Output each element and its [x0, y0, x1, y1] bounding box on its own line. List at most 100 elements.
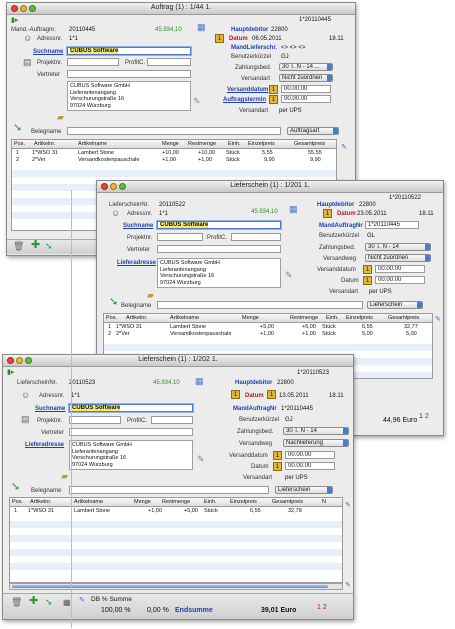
profitc-input[interactable]	[147, 58, 191, 66]
belegname-input[interactable]	[69, 486, 269, 494]
box-icon[interactable]: ▰	[147, 291, 154, 300]
mandauftragnr-label[interactable]: MandAuftragNr	[319, 222, 363, 230]
hauptdebitor-label[interactable]: Hauptdebitor	[317, 201, 354, 209]
column-header[interactable]: Menge	[242, 315, 259, 321]
folder-icon[interactable]: ▦	[289, 205, 298, 214]
column-header[interactable]: Einh.	[228, 141, 241, 147]
column-header[interactable]: Artikelnr.	[34, 141, 55, 147]
lieferadresse-label[interactable]: Lieferadresse	[25, 441, 64, 449]
address-block[interactable]: CUBUS Software GmbH Lieferantenangang Ve…	[157, 258, 281, 288]
pencil-icon[interactable]: ✎	[345, 501, 351, 510]
column-header[interactable]: Menge	[162, 141, 179, 147]
page-number[interactable]: 2	[323, 604, 327, 611]
horizontal-scrollbar[interactable]	[9, 583, 343, 590]
mandauftragnr-label[interactable]: MandAuftragNr	[233, 405, 277, 413]
belegname-input[interactable]	[67, 127, 281, 135]
table-row[interactable]: 1 1*WSO 31 Lambert Stone +5,00 +5,00 Stü…	[104, 323, 432, 330]
projekt-input[interactable]	[69, 416, 121, 424]
datum2-input[interactable]: 00.00.00	[285, 462, 335, 470]
add-icon[interactable]: ✚	[31, 240, 40, 251]
table-row[interactable]: 1 1*WSO 31 Lambert Stone +10,00 +10,00 S…	[12, 149, 336, 156]
profitc-input[interactable]	[151, 416, 193, 424]
hauptdebitor-label[interactable]: Hauptdebitor	[231, 26, 268, 34]
column-header[interactable]: Restmenge	[162, 499, 190, 505]
grid-icon[interactable]: ▦	[63, 598, 71, 607]
table-row[interactable]: 2 2*Ver Versandkostenpauschale +1,00 +1,…	[104, 330, 432, 337]
suchname-label[interactable]: Suchname	[35, 405, 65, 413]
calendar-icon[interactable]: 1	[273, 451, 282, 460]
pencil-icon[interactable]: ✎	[341, 143, 347, 152]
folder-icon[interactable]: ▦	[195, 377, 204, 386]
page-number[interactable]: 1	[419, 413, 423, 420]
column-header[interactable]: Gesamtpreis	[272, 499, 303, 505]
column-header[interactable]: Gesamtpreis	[388, 315, 419, 321]
belegname-select[interactable]: Lieferschein	[275, 486, 333, 494]
column-header[interactable]: Artikelname	[74, 499, 103, 505]
column-header[interactable]: Restmenge	[290, 315, 318, 321]
column-header[interactable]: Artikelnr.	[126, 315, 147, 321]
calendar-icon[interactable]: 1	[273, 462, 282, 471]
table-row[interactable]: 1 1*WSO 31 Lambert Stone +1,00 +5,00 Stü…	[10, 507, 342, 514]
column-header[interactable]: N	[322, 499, 326, 505]
edit-icon[interactable]: ✎	[193, 97, 201, 106]
calendar-icon[interactable]: 1	[231, 390, 240, 399]
column-header[interactable]: Gesamtpreis	[294, 141, 325, 147]
zahlung-select[interactable]: 30 T. N - 14	[365, 243, 431, 251]
box-icon[interactable]: ▰	[57, 113, 64, 122]
calendar-icon[interactable]: 1	[323, 209, 332, 218]
projekt-input[interactable]	[67, 58, 119, 66]
column-header[interactable]: Pos.	[106, 315, 117, 321]
column-header[interactable]: Artikelname	[170, 315, 199, 321]
calendar-icon[interactable]: 1	[267, 390, 276, 399]
trash-icon[interactable]: 🗑	[13, 242, 24, 251]
column-header[interactable]: Einzelpreis	[248, 141, 275, 147]
vertreter-input[interactable]	[69, 428, 193, 436]
versanddatum-label[interactable]: Versanddatum	[227, 86, 268, 94]
person-icon[interactable]: ☺	[21, 391, 30, 400]
edit-icon[interactable]: ✎	[197, 455, 205, 464]
page-number[interactable]: 1	[317, 604, 321, 611]
column-header[interactable]: Pos.	[14, 141, 25, 147]
auftragstermin-input[interactable]: 00.00.00	[281, 95, 331, 103]
calendar-icon[interactable]: 1	[215, 34, 224, 43]
column-header[interactable]: Einzelpreis	[346, 315, 373, 321]
vertreter-input[interactable]	[157, 245, 281, 253]
arrow-icon[interactable]: ➘	[45, 242, 53, 251]
column-header[interactable]: Pos.	[12, 499, 23, 505]
column-header[interactable]: Einh.	[326, 315, 339, 321]
versandart-select[interactable]: Nicht zuordnen	[279, 74, 333, 82]
projekt-input[interactable]	[157, 233, 203, 241]
column-header[interactable]: Einh.	[204, 499, 217, 505]
arrow-icon[interactable]: ➘	[11, 482, 20, 493]
versanddatum-input[interactable]: 00.00.00	[281, 85, 331, 93]
zahlung-select[interactable]: 30 T. N - 14 ...	[279, 63, 333, 71]
column-header[interactable]: Restmenge	[188, 141, 216, 147]
nav-arrow-icon[interactable]: ▮▸	[7, 369, 14, 376]
datum2-input[interactable]: 00.00.00	[375, 276, 425, 284]
lieferadresse-label[interactable]: Lieferadresse	[117, 259, 156, 267]
profitc-input[interactable]	[231, 233, 281, 241]
suchname-label[interactable]: Suchname	[33, 48, 63, 56]
versandweg-select[interactable]: Nachlieferung	[283, 439, 349, 447]
suchname-input[interactable]: CUBUS Software	[157, 221, 281, 229]
column-header[interactable]: Artikelnr.	[30, 499, 51, 505]
address-block[interactable]: CUBUS Software GmbH Lieferantenangang Ve…	[67, 81, 191, 111]
add-icon[interactable]: ✚	[29, 596, 38, 607]
versanddatum-input[interactable]: 00.00.00	[285, 451, 335, 459]
arrow-icon[interactable]: ➘	[109, 297, 118, 308]
column-header[interactable]: Artikelname	[78, 141, 107, 147]
address-block[interactable]: CUBUS Software GmbH Lieferantenangang Ve…	[69, 440, 193, 470]
pencil-icon[interactable]: ✎	[435, 315, 441, 324]
calendar-icon[interactable]: 1	[363, 265, 372, 274]
calendar-icon[interactable]: 1	[363, 276, 372, 285]
zahlung-select[interactable]: 30 T. N - 14	[283, 427, 349, 435]
mandlieferschein-label[interactable]: MandLieferschr.	[231, 44, 277, 52]
hauptdebitor-label[interactable]: Hauptdebitor	[235, 379, 272, 387]
edit-icon[interactable]: ✎	[285, 271, 293, 280]
trash-icon[interactable]: 🗑	[11, 598, 22, 607]
person-icon[interactable]: ☺	[23, 34, 32, 43]
title-bar[interactable]: Auftrag (1) : 1/44 1.	[7, 3, 355, 15]
project-icon[interactable]: ▤	[21, 415, 30, 424]
suchname-label[interactable]: Suchname	[123, 222, 153, 230]
table-row[interactable]: 2 2*Ver Versandkostenpauschale +1,00 +1,…	[12, 156, 336, 163]
